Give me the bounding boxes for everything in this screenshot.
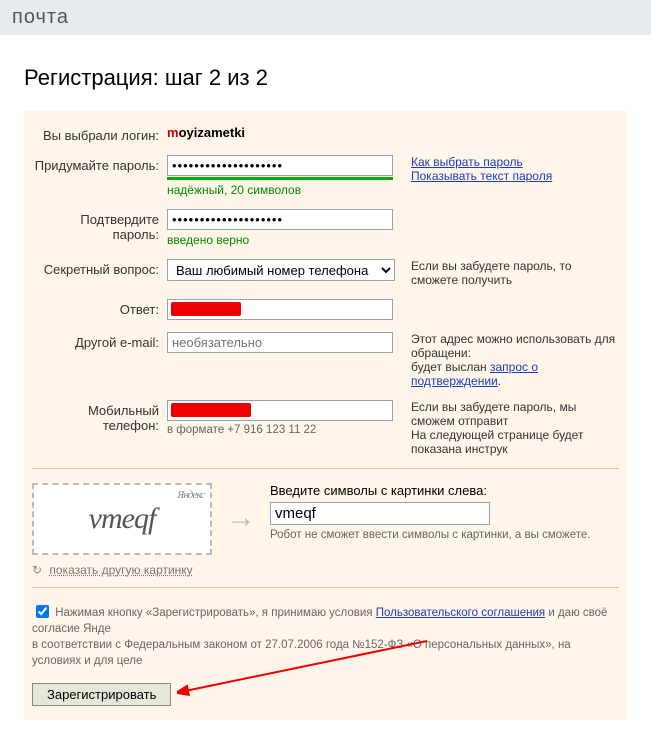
captcha-input[interactable] bbox=[270, 502, 490, 525]
agree-text-1: Нажимая кнопку «Зарегистрировать», я при… bbox=[55, 607, 376, 619]
other-email-side: Этот адрес можно использовать для обраще… bbox=[393, 332, 619, 388]
phone-format-hint: в формате +7 916 123 11 22 bbox=[167, 424, 393, 436]
row-other-email: Другой e-mail: Этот адрес можно использо… bbox=[32, 332, 619, 388]
password-strength-bar bbox=[167, 177, 393, 180]
captcha-hint: Робот не сможет ввести символы с картинк… bbox=[270, 529, 619, 541]
captcha-refresh-row: ↻ показать другую картинку bbox=[32, 563, 212, 577]
refresh-icon: ↻ bbox=[32, 563, 42, 577]
password-strength-text: надёжный, 20 символов bbox=[167, 183, 393, 197]
other-email-input[interactable] bbox=[167, 332, 393, 353]
captcha-brand: Яндекс bbox=[177, 489, 204, 501]
secret-side-text: Если вы забудете пароль, то сможете полу… bbox=[393, 259, 619, 287]
red-arrow-annotation bbox=[177, 639, 437, 699]
row-password: Придумайте пароль: надёжный, 20 символов… bbox=[32, 155, 619, 197]
link-user-agreement[interactable]: Пользовательского соглашения bbox=[376, 607, 545, 619]
link-show-other-captcha[interactable]: показать другую картинку bbox=[49, 563, 192, 577]
topbar-title: почта bbox=[12, 6, 69, 28]
phone-redacted bbox=[171, 403, 251, 417]
register-button[interactable]: Зарегистрировать bbox=[32, 683, 171, 706]
separator-2 bbox=[32, 587, 619, 588]
label-other-email: Другой e-mail: bbox=[32, 332, 167, 350]
page-title: Регистрация: шаг 2 из 2 bbox=[24, 65, 627, 91]
password-input[interactable] bbox=[167, 155, 393, 176]
row-login: Вы выбрали логин: moyizametki bbox=[32, 125, 619, 143]
secret-question-select[interactable]: Ваш любимый номер телефона bbox=[167, 259, 395, 281]
label-password: Придумайте пароль: bbox=[32, 155, 167, 173]
link-how-choose-password[interactable]: Как выбрать пароль bbox=[411, 155, 523, 169]
row-confirm: Подтвердите пароль: введено верно bbox=[32, 209, 619, 247]
captcha-distorted-text: vmeqf bbox=[89, 502, 156, 536]
captcha-image: Яндекс vmeqf bbox=[32, 483, 212, 555]
label-phone: Мобильный телефон: bbox=[32, 400, 167, 433]
phone-side: Если вы забудете пароль, мы сможем отпра… bbox=[393, 400, 619, 456]
captcha-row: Яндекс vmeqf ↻ показать другую картинку … bbox=[32, 483, 619, 577]
separator bbox=[32, 468, 619, 469]
row-phone: Мобильный телефон: в формате +7 916 123 … bbox=[32, 400, 619, 456]
confirm-input[interactable] bbox=[167, 209, 393, 230]
login-rest: oyizametki bbox=[179, 125, 245, 140]
login-first-char: m bbox=[167, 125, 179, 140]
captcha-label: Введите символы с картинки слева: bbox=[270, 483, 619, 498]
login-value: moyizametki bbox=[167, 125, 393, 140]
label-login: Вы выбрали логин: bbox=[32, 125, 167, 143]
registration-form: Вы выбрали логин: moyizametki Придумайте… bbox=[24, 111, 627, 720]
agree-checkbox[interactable] bbox=[36, 605, 49, 618]
row-answer: Ответ: bbox=[32, 299, 619, 320]
answer-redacted bbox=[171, 302, 241, 316]
topbar: почта bbox=[0, 0, 651, 35]
submit-row: Зарегистрировать bbox=[32, 683, 619, 706]
link-show-password-text[interactable]: Показывать текст пароля bbox=[411, 169, 552, 183]
row-secret-question: Секретный вопрос: Ваш любимый номер теле… bbox=[32, 259, 619, 287]
content: Регистрация: шаг 2 из 2 Вы выбрали логин… bbox=[0, 35, 651, 736]
label-answer: Ответ: bbox=[32, 299, 167, 317]
confirm-ok-text: введено верно bbox=[167, 233, 393, 247]
label-confirm: Подтвердите пароль: bbox=[32, 209, 167, 242]
arrow-icon: → bbox=[212, 483, 270, 535]
label-secret-question: Секретный вопрос: bbox=[32, 259, 167, 277]
